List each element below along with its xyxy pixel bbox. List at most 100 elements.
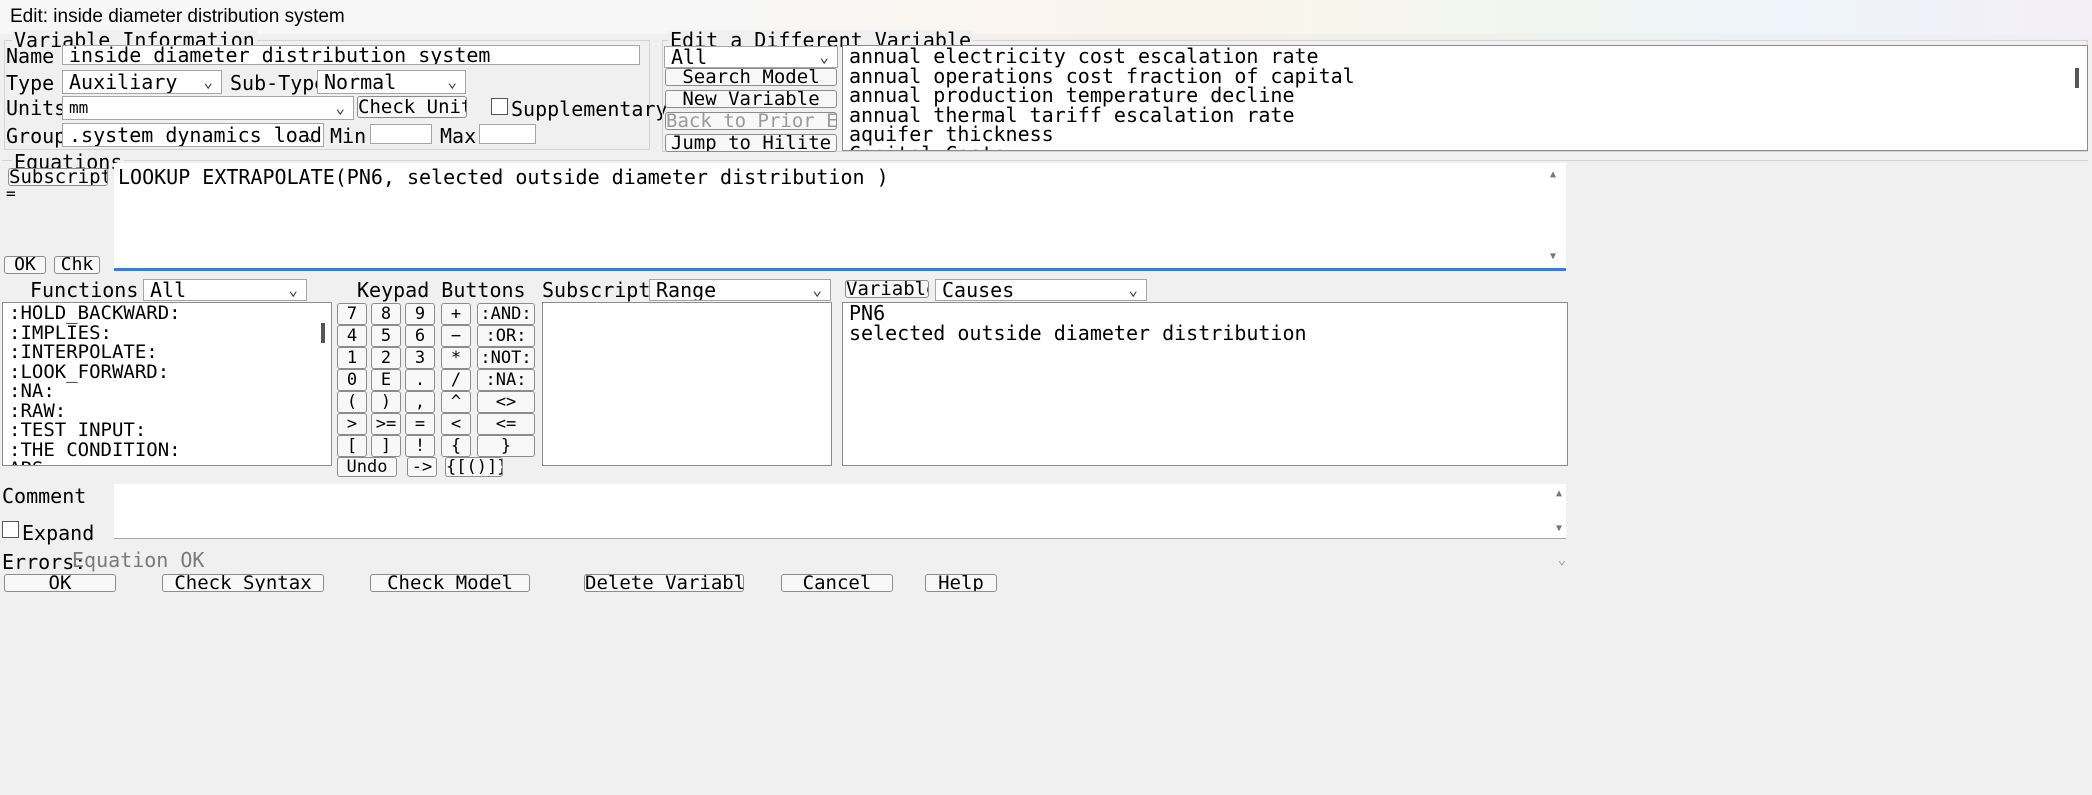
subscripts-list[interactable] — [542, 302, 832, 466]
equals-sign: = — [6, 184, 16, 203]
variable-list-scrollbar[interactable] — [2069, 46, 2087, 150]
chevron-down-icon: ⌄ — [305, 125, 315, 144]
keypad-key[interactable]: 0 — [337, 369, 367, 391]
keypad-key[interactable]: :AND: — [477, 303, 535, 325]
scroll-down-icon[interactable]: ▼ — [1550, 251, 1556, 262]
keypad-key[interactable]: >= — [371, 413, 401, 435]
keypad-undo-button[interactable]: Undo — [337, 457, 397, 477]
comment-field[interactable]: ▲ ▼ — [114, 484, 1566, 539]
keypad-key[interactable]: 4 — [337, 325, 367, 347]
keypad-key[interactable]: 9 — [405, 303, 435, 325]
keypad-key[interactable]: < — [441, 413, 471, 435]
expand-checkbox[interactable] — [2, 521, 19, 538]
functions-filter-dropdown[interactable]: All ⌄ — [143, 279, 307, 301]
keypad-key[interactable]: − — [441, 325, 471, 347]
keypad-key[interactable]: :NA: — [477, 369, 535, 391]
keypad-key[interactable]: { — [441, 435, 471, 457]
scroll-up-icon[interactable]: ▲ — [1550, 169, 1556, 180]
keypad-key[interactable]: 6 — [405, 325, 435, 347]
supplementary-checkbox[interactable] — [491, 98, 508, 115]
keypad-key[interactable]: ] — [371, 435, 401, 457]
check-syntax-button[interactable]: Check Syntax — [162, 574, 324, 592]
chevron-down-icon: ⌄ — [447, 72, 457, 91]
cause-list-item[interactable]: selected outside diameter distribution — [843, 323, 1567, 344]
group-dropdown[interactable]: .system dynamics loadprofil ⌄ — [62, 123, 324, 147]
check-units-button[interactable]: Check Units — [357, 96, 467, 118]
keypad-key[interactable]: + — [441, 303, 471, 325]
keypad-key[interactable]: :OR: — [477, 325, 535, 347]
function-list-item[interactable]: :HOLD_BACKWARD: — [3, 303, 331, 324]
keypad-key[interactable]: 8 — [371, 303, 401, 325]
keypad-key[interactable]: ^ — [441, 391, 471, 413]
keypad-key[interactable]: ! — [405, 435, 435, 457]
scroll-up-icon[interactable]: ▲ — [1556, 488, 1562, 499]
max-field[interactable] — [479, 124, 536, 144]
keypad-key[interactable]: 5 — [371, 325, 401, 347]
keypad-key[interactable]: 2 — [371, 347, 401, 369]
function-list-item[interactable]: :NA: — [3, 381, 331, 402]
keypad-key[interactable]: = — [405, 413, 435, 435]
equation-ok-button[interactable]: OK — [4, 256, 46, 274]
keypad-key[interactable]: * — [441, 347, 471, 369]
keypad-key[interactable]: <= — [477, 413, 535, 435]
keypad-key[interactable]: 7 — [337, 303, 367, 325]
new-variable-button[interactable]: New Variable — [665, 90, 837, 108]
variable-list[interactable]: annual electricity cost escalation rate a… — [842, 45, 2088, 151]
keypad-key[interactable]: / — [441, 369, 471, 391]
function-list-item[interactable]: ABS — [3, 459, 331, 465]
scroll-down-icon[interactable]: ▼ — [1556, 523, 1562, 534]
keypad-key[interactable]: > — [337, 413, 367, 435]
equation-chk-button[interactable]: Chk — [54, 256, 100, 274]
keypad-key[interactable]: [ — [337, 435, 367, 457]
variables-filter-dropdown[interactable]: Causes ⌄ — [935, 279, 1147, 301]
functions-list[interactable]: :HOLD_BACKWARD::IMPLIES::INTERPOLATE::LO… — [2, 302, 332, 466]
search-model-button[interactable]: Search Model — [665, 68, 837, 86]
units-dropdown[interactable]: mm ⌄ — [62, 96, 354, 120]
subscripts-button[interactable]: Subscripts — [8, 168, 108, 186]
keypad-key[interactable]: , — [405, 391, 435, 413]
type-label: Type — [6, 71, 55, 95]
keypad-key[interactable]: 3 — [405, 347, 435, 369]
max-label: Max — [440, 124, 477, 148]
functions-list-scrollbar[interactable] — [317, 303, 331, 465]
keypad-brackets-key[interactable]: {[()]} — [445, 457, 503, 477]
min-field[interactable] — [370, 124, 432, 144]
min-label: Min — [330, 124, 367, 148]
subtype-dropdown[interactable]: Normal ⌄ — [317, 70, 466, 94]
keypad-key[interactable]: ) — [371, 391, 401, 413]
variables-button[interactable]: Variables — [845, 280, 929, 298]
function-list-item[interactable]: :TEST INPUT: — [3, 420, 331, 441]
edit-different-filter-dropdown[interactable]: All ⌄ — [664, 46, 838, 68]
cancel-button[interactable]: Cancel — [781, 574, 893, 592]
function-list-item[interactable]: :INTERPOLATE: — [3, 342, 331, 363]
type-dropdown[interactable]: Auxiliary ⌄ — [62, 70, 222, 94]
errors-value: Equation OK — [72, 548, 205, 572]
equation-scrollbar[interactable]: ▲ ▼ — [1546, 163, 1566, 268]
keypad-key[interactable]: :NOT: — [477, 347, 535, 369]
help-button[interactable]: Help — [925, 574, 997, 592]
back-to-prior-edit-button[interactable]: Back to Prior Edit — [665, 112, 837, 130]
scrollbar-thumb[interactable] — [2075, 68, 2079, 88]
keypad-key[interactable]: } — [477, 435, 535, 457]
check-model-button[interactable]: Check Model — [370, 574, 530, 592]
function-list-item[interactable]: :THE CONDITION: — [3, 440, 331, 461]
keypad-key[interactable]: E — [371, 369, 401, 391]
equation-editor[interactable]: LOOKUP EXTRAPOLATE(PN6, selected outside… — [114, 163, 1566, 271]
keypad-key[interactable]: ( — [337, 391, 367, 413]
jump-to-hilite-button[interactable]: Jump to Hilite — [665, 134, 837, 152]
scrollbar-thumb[interactable] — [321, 323, 325, 343]
keypad-key[interactable]: 1 — [337, 347, 367, 369]
units-value: mm — [69, 98, 89, 117]
keypad-arrow-key[interactable]: -> — [407, 457, 437, 477]
subscripts-filter-value: Range — [656, 279, 717, 301]
delete-variable-button[interactable]: Delete Variable — [584, 574, 744, 592]
variable-list-item[interactable]: aquifer thickness — [843, 124, 2087, 145]
ok-button[interactable]: OK — [4, 574, 116, 592]
subscripts-filter-dropdown[interactable]: Range ⌄ — [649, 279, 831, 301]
chevron-down-icon: ⌄ — [1557, 552, 1566, 568]
keypad-key[interactable]: . — [405, 369, 435, 391]
causes-list[interactable]: PN6 selected outside diameter distributio… — [842, 302, 1568, 466]
equation-text[interactable]: LOOKUP EXTRAPOLATE(PN6, selected outside… — [118, 167, 889, 187]
name-field[interactable]: inside diameter distribution system — [62, 45, 640, 65]
keypad-key[interactable]: <> — [477, 391, 535, 413]
